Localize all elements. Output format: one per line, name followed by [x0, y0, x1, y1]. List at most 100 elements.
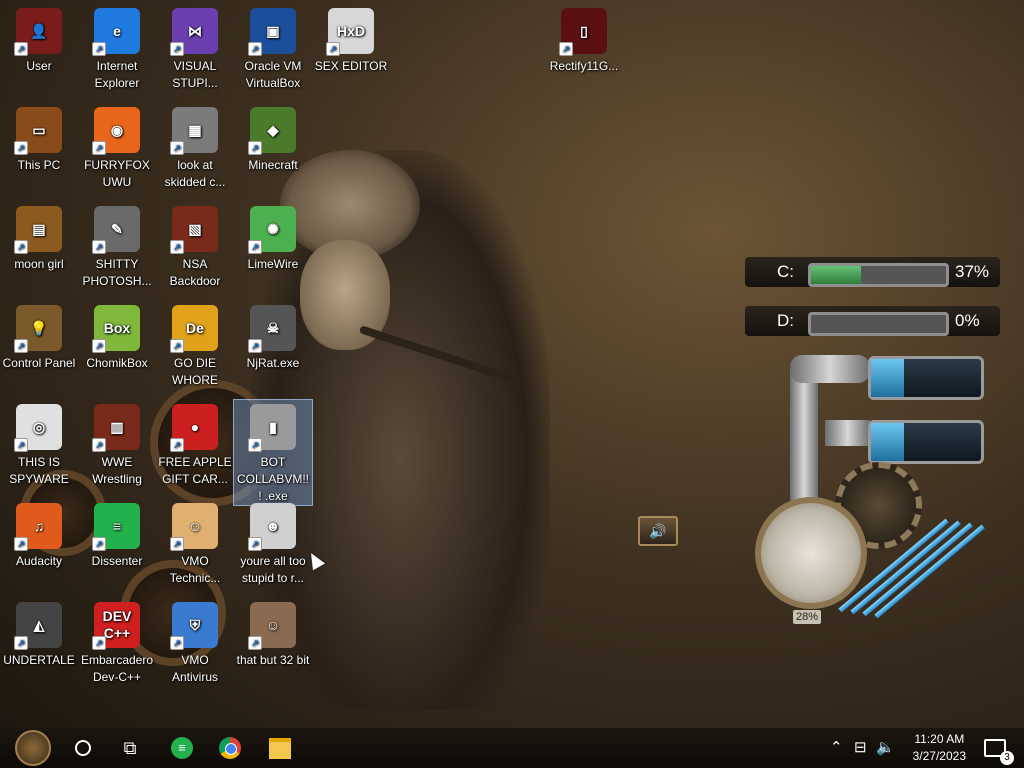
cortana-circle-icon — [75, 740, 91, 756]
task-view-button[interactable]: ⧉ — [112, 728, 148, 768]
shortcut-arrow-icon: ↗ — [170, 240, 184, 254]
drive-c-fill — [811, 266, 861, 284]
desktop-icon[interactable]: ♫ ↗ Audacity — [0, 499, 78, 570]
desktop-icon-label: User — [26, 59, 52, 73]
desktop-icon[interactable]: ☠ ↗ NjRat.exe — [234, 301, 312, 372]
desktop-icon[interactable]: ◭ ↗ UNDERTALE — [0, 598, 78, 669]
app-icon: ◆ ↗ — [248, 107, 296, 155]
action-center-button[interactable]: 3 — [980, 728, 1014, 768]
desktop-icon[interactable]: ▥ ↗ WWE Wrestling — [78, 400, 156, 488]
shortcut-arrow-icon: ↗ — [14, 42, 28, 56]
desktop-icon-label: VMO Technic... — [169, 554, 221, 585]
desktop-icon[interactable]: ≡ ↗ Dissenter — [78, 499, 156, 570]
shortcut-arrow-icon: ↗ — [248, 240, 262, 254]
widget-gauge-dial — [755, 497, 867, 609]
app-icon-glyph: 👤 — [30, 22, 48, 39]
desktop-icon-label: Minecraft — [248, 158, 298, 172]
desktop-icon[interactable]: Box ↗ ChomikBox — [78, 301, 156, 372]
desktop-icon[interactable]: ✺ ↗ LimeWire — [234, 202, 312, 273]
app-icon-glyph: ♫ — [33, 517, 45, 534]
drive-c-percent: 37% — [955, 262, 990, 281]
shortcut-arrow-icon: ↗ — [248, 42, 262, 56]
app-icon: ≡ ↗ — [92, 503, 140, 551]
taskbar-chrome[interactable] — [212, 728, 248, 768]
app-icon-glyph: ● — [190, 418, 200, 435]
desktop-icon[interactable]: ● ↗ FREE APPLE GIFT CAR... — [156, 400, 234, 488]
app-icon-glyph: ▦ — [188, 121, 202, 138]
shortcut-arrow-icon: ↗ — [92, 537, 106, 551]
taskbar-clock[interactable]: 11:20 AM 3/27/2023 — [913, 731, 966, 765]
taskbar-file-explorer[interactable] — [262, 728, 298, 768]
desktop-icon[interactable]: ▮ ↗ BOT COLLABVM!!! .exe — [233, 399, 313, 506]
shortcut-arrow-icon: ↗ — [248, 537, 262, 551]
app-icon: 💡 ↗ — [14, 305, 62, 353]
widget-tube-2-fill — [871, 423, 904, 461]
desktop-icon[interactable]: 💡 ↗ Control Panel — [0, 301, 78, 372]
desktop-icon[interactable]: ▤ ↗ moon girl — [0, 202, 78, 273]
desktop-icon[interactable]: ⛨ ↗ VMO Antivirus — [156, 598, 234, 686]
tray-chevron-up-icon[interactable]: ⌃ — [830, 738, 843, 756]
app-icon-glyph: ◭ — [33, 616, 45, 633]
desktop-icon[interactable]: e ↗ Internet Explorer — [78, 4, 156, 92]
desktop-icon[interactable]: ☺ ↗ VMO Technic... — [156, 499, 234, 587]
start-button[interactable] — [8, 728, 58, 768]
task-view-icon: ⧉ — [123, 737, 137, 758]
app-icon-glyph: ☻ — [265, 517, 281, 534]
desktop-icon-label: GO DIE WHORE — [172, 356, 218, 387]
shortcut-arrow-icon: ↗ — [248, 141, 262, 155]
app-icon: ☻ ↗ — [248, 503, 296, 551]
app-icon: ▭ ↗ — [14, 107, 62, 155]
app-icon-glyph: 💡 — [30, 319, 48, 336]
desktop-icon-label: moon girl — [14, 257, 64, 271]
taskbar-dissenter[interactable]: ≡ — [164, 728, 200, 768]
desktop-icon-label: that but 32 bit — [236, 653, 310, 667]
shortcut-arrow-icon: ↗ — [14, 240, 28, 254]
app-icon: e ↗ — [92, 8, 140, 56]
desktop-icon-label: Control Panel — [2, 356, 76, 370]
network-icon[interactable]: ⊟ — [854, 738, 867, 756]
drive-c-tube — [808, 263, 949, 287]
drive-c-letter: C: — [777, 262, 794, 281]
app-icon-glyph: ▭ — [32, 121, 46, 138]
desktop-icon[interactable]: ◆ ↗ Minecraft — [234, 103, 312, 174]
cortana-button[interactable] — [66, 728, 100, 768]
desktop-icon[interactable]: De ↗ GO DIE WHORE — [156, 301, 234, 389]
volume-widget-icon[interactable]: 🔊 — [638, 516, 678, 546]
shortcut-arrow-icon: ↗ — [170, 636, 184, 650]
desktop-icon[interactable]: ▭ ↗ This PC — [0, 103, 78, 174]
desktop-icon[interactable]: ▦ ↗ look at skidded c... — [156, 103, 234, 191]
app-icon-glyph: e — [113, 22, 121, 39]
desktop-icon[interactable]: ◎ ↗ THIS IS SPYWARE — [0, 400, 78, 488]
notification-icon: 3 — [984, 739, 1014, 765]
desktop-icon[interactable]: DEV C++ ↗ Embarcadero Dev-C++ — [78, 598, 156, 686]
desktop-icon[interactable]: HxD ↗ SEX EDITOR — [312, 4, 390, 75]
app-icon: ♫ ↗ — [14, 503, 62, 551]
drive-c-gauge: C: 37% — [745, 257, 1000, 287]
shortcut-arrow-icon: ↗ — [170, 438, 184, 452]
desktop-icon[interactable]: ⋈ ↗ VISUAL STUPI... — [156, 4, 234, 92]
desktop-icon[interactable]: ☻ ↗ youre all too stupid to r... — [234, 499, 312, 587]
app-icon-glyph: ✺ — [267, 220, 279, 237]
drive-d-tube — [808, 312, 949, 336]
app-icon-glyph: ≡ — [112, 517, 122, 534]
widget-gauge-label: 28% — [793, 610, 822, 624]
desktop-icon[interactable]: ☺ ↗ that but 32 bit — [234, 598, 312, 669]
app-icon-glyph: ☺ — [265, 616, 281, 633]
desktop-icon-label: Internet Explorer — [94, 59, 140, 90]
shortcut-arrow-icon: ↗ — [170, 339, 184, 353]
desktop-icon[interactable]: ◉ ↗ FURRYFOX UWU — [78, 103, 156, 191]
desktop-icon-label: SHITTY PHOTOSH... — [82, 257, 152, 288]
desktop-icon-label: VMO Antivirus — [171, 653, 218, 684]
desktop-icon[interactable]: ▧ ↗ NSA Backdoor — [156, 202, 234, 290]
volume-muted-icon[interactable]: 🔈 — [876, 738, 895, 756]
desktop-icon[interactable]: 👤 ↗ User — [0, 4, 78, 75]
taskbar: ⧉ ≡ ⌃ ⊟ 🔈 11:20 AM 3/27/2023 3 — [0, 728, 1024, 768]
app-icon: ▧ ↗ — [170, 206, 218, 254]
widget-tube-2 — [868, 420, 984, 464]
desktop-icon[interactable]: ▣ ↗ Oracle VM VirtualBox — [234, 4, 312, 92]
desktop-icon[interactable]: ✎ ↗ SHITTY PHOTOSH... — [78, 202, 156, 290]
app-icon: ● ↗ — [170, 404, 218, 452]
start-gear-icon — [15, 730, 51, 766]
desktop-icon[interactable]: ▯ ↗ Rectify11G... — [545, 4, 623, 75]
app-icon: ▮ ↗ — [248, 404, 296, 452]
